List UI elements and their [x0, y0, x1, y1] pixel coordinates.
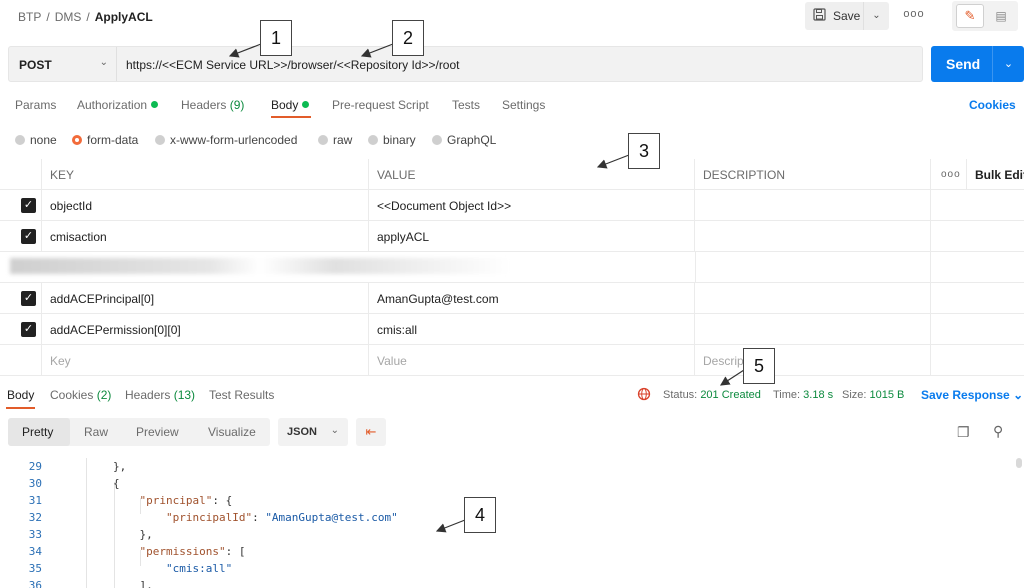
callout-1: 1 [260, 20, 292, 56]
callout-3: 3 [628, 133, 660, 169]
callout-5: 5 [743, 348, 775, 384]
callout-4: 4 [464, 497, 496, 533]
callout-arrows [228, 43, 745, 533]
callout-2: 2 [392, 20, 424, 56]
